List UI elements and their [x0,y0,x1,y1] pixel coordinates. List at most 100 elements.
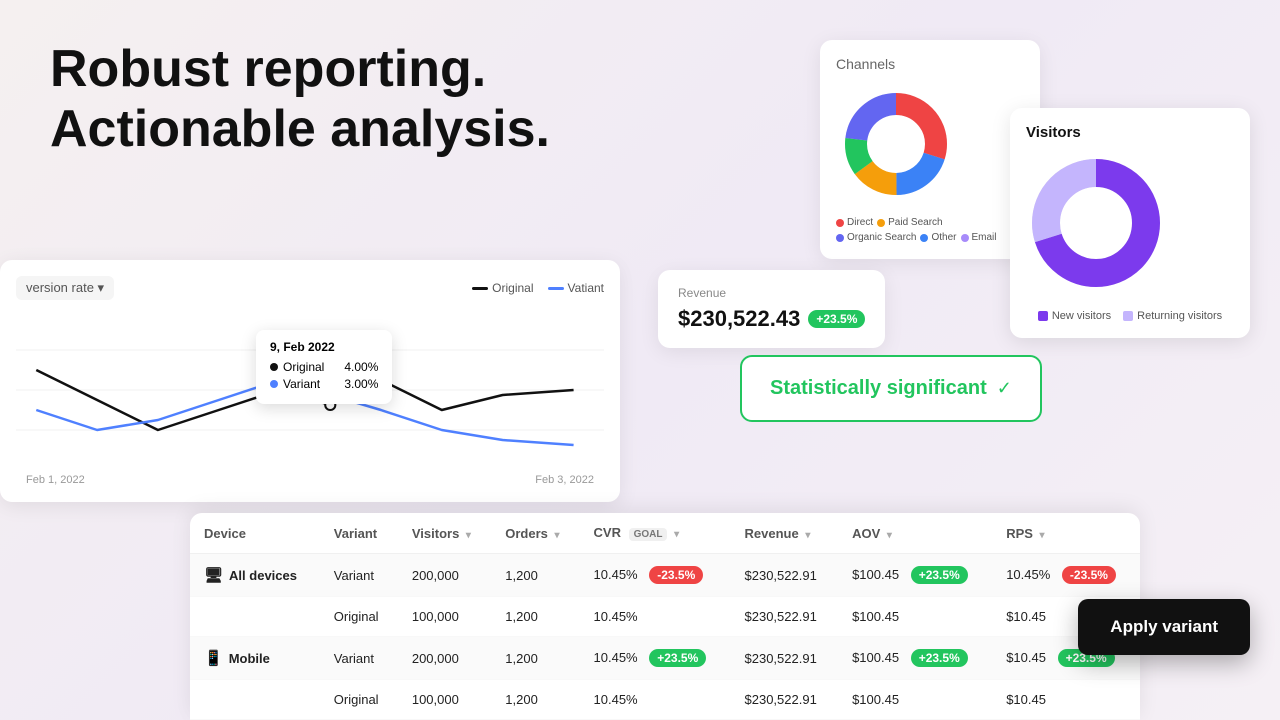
channels-donut-chart [836,84,956,204]
td-rps: 10.45% -23.5% [992,554,1140,597]
tooltip-original-row: Original 4.00% [270,360,378,374]
tooltip-variant-dot [270,380,278,388]
rps-badge-row0: -23.5% [1062,566,1116,584]
revenue-label: Revenue [678,286,865,300]
revenue-card: Revenue $230,522.43 +23.5% [658,270,885,348]
td-revenue: $230,522.91 [731,637,839,680]
chart-dates: Feb 1, 2022 Feb 3, 2022 [16,474,604,486]
table-row: 📱 Mobile Variant 200,000 1,200 10.45% +2… [190,637,1140,680]
returning-visitors-dot [1123,311,1133,321]
all-devices-icon: 🖥 [204,566,223,584]
chart-area: version rate ▾ Original Vatiant [0,260,620,502]
th-orders: Orders ▾ [491,513,579,554]
chart-svg-wrapper: 9, Feb 2022 Original 4.00% Variant 3.00% [16,310,604,470]
chart-date-end: Feb 3, 2022 [535,474,594,486]
tooltip-variant-row: Variant 3.00% [270,377,378,391]
th-aov: AOV ▾ [838,513,992,554]
td-orders: 1,200 [491,637,579,680]
chart-tooltip: 9, Feb 2022 Original 4.00% Variant 3.00% [256,330,392,404]
td-rps: $10.45 [992,680,1140,720]
td-orders: 1,200 [491,597,579,637]
aov-badge-row2: +23.5% [911,649,968,667]
visitors-donut-chart [1026,153,1166,293]
td-aov: $100.45 [838,597,992,637]
td-visitors: 100,000 [398,597,491,637]
aov-badge-row0: +23.5% [911,566,968,584]
tooltip-variant-value: 3.00% [344,377,378,391]
chart-header: version rate ▾ Original Vatiant [16,276,604,300]
tooltip-original-value: 4.00% [344,360,378,374]
td-device: 🖥 All devices [190,554,320,597]
hero-title-line2: Actionable analysis. [50,100,550,160]
revenue-value: $230,522.43 [678,306,800,332]
hero-section: Robust reporting. Actionable analysis. [50,40,550,160]
variant-line-icon [548,287,564,290]
version-rate-selector[interactable]: version rate ▾ [16,276,114,300]
revenue-badge: +23.5% [808,310,865,328]
stat-sig-text: Statistically significant [770,377,987,400]
stat-sig-icon: ✓ [997,378,1012,399]
td-orders: 1,200 [491,680,579,720]
td-visitors: 200,000 [398,554,491,597]
th-rps: RPS ▾ [992,513,1140,554]
td-visitors: 100,000 [398,680,491,720]
td-cvr: 10.45% [580,597,731,637]
td-device [190,597,320,637]
td-aov: $100.45 +23.5% [838,554,992,597]
cvr-badge-row2: +23.5% [649,649,706,667]
visitors-card-title: Visitors [1026,124,1234,141]
td-revenue: $230,522.91 [731,680,839,720]
tooltip-original-label: Original [283,360,324,374]
chart-legend: Original Vatiant [472,281,604,295]
channels-legend: Direct Paid Search Organic Search Other … [836,217,1024,243]
td-orders: 1,200 [491,554,579,597]
original-legend-label: Original [492,281,533,295]
td-variant: Original [320,680,398,720]
td-cvr: 10.45% +23.5% [580,637,731,680]
data-table: Device Variant Visitors ▾ Orders ▾ CVR G… [190,513,1140,720]
th-device: Device [190,513,320,554]
returning-visitors-label: Returning visitors [1137,310,1222,322]
chart-date-start: Feb 1, 2022 [26,474,85,486]
table-row: 🖥 All devices Variant 200,000 1,200 10.4… [190,554,1140,597]
cvr-badge-row0: -23.5% [649,566,703,584]
th-revenue: Revenue ▾ [731,513,839,554]
table-row: Original 100,000 1,200 10.45% $230,522.9… [190,680,1140,720]
tooltip-original-dot [270,363,278,371]
stat-sig-card: Statistically significant ✓ [740,355,1042,422]
td-revenue: $230,522.91 [731,554,839,597]
td-visitors: 200,000 [398,637,491,680]
th-visitors: Visitors ▾ [398,513,491,554]
mobile-icon: 📱 [204,649,223,667]
new-visitors-label: New visitors [1052,310,1111,322]
td-aov: $100.45 +23.5% [838,637,992,680]
td-device [190,680,320,720]
channels-card-title: Channels [836,56,1024,72]
mobile-label: Mobile [229,651,270,666]
td-variant: Original [320,597,398,637]
th-cvr: CVR GOAL ▾ [580,513,731,554]
td-cvr: 10.45% -23.5% [580,554,731,597]
th-variant: Variant [320,513,398,554]
original-line-icon [472,287,488,290]
apply-variant-button[interactable]: Apply variant [1078,599,1250,655]
channels-card: Channels Direct Paid Search Organic Sear… [820,40,1040,259]
variant-legend-label: Vatiant [568,281,604,295]
new-visitors-dot [1038,311,1048,321]
visitors-card: Visitors New visitors Returning visitors [1010,108,1250,338]
table-header-row: Device Variant Visitors ▾ Orders ▾ CVR G… [190,513,1140,554]
legend-new-visitors: New visitors [1038,310,1111,322]
table-row: Original 100,000 1,200 10.45% $230,522.9… [190,597,1140,637]
legend-returning-visitors: Returning visitors [1123,310,1222,322]
visitors-legend: New visitors Returning visitors [1026,310,1234,322]
td-variant: Variant [320,554,398,597]
td-device: 📱 Mobile [190,637,320,680]
all-devices-label: All devices [229,568,297,583]
hero-title-line1: Robust reporting. [50,40,550,100]
td-cvr: 10.45% [580,680,731,720]
tooltip-variant-label: Variant [283,377,320,391]
td-variant: Variant [320,637,398,680]
data-table-wrapper: Device Variant Visitors ▾ Orders ▾ CVR G… [190,513,1140,720]
tooltip-date: 9, Feb 2022 [270,340,378,354]
td-aov: $100.45 [838,680,992,720]
